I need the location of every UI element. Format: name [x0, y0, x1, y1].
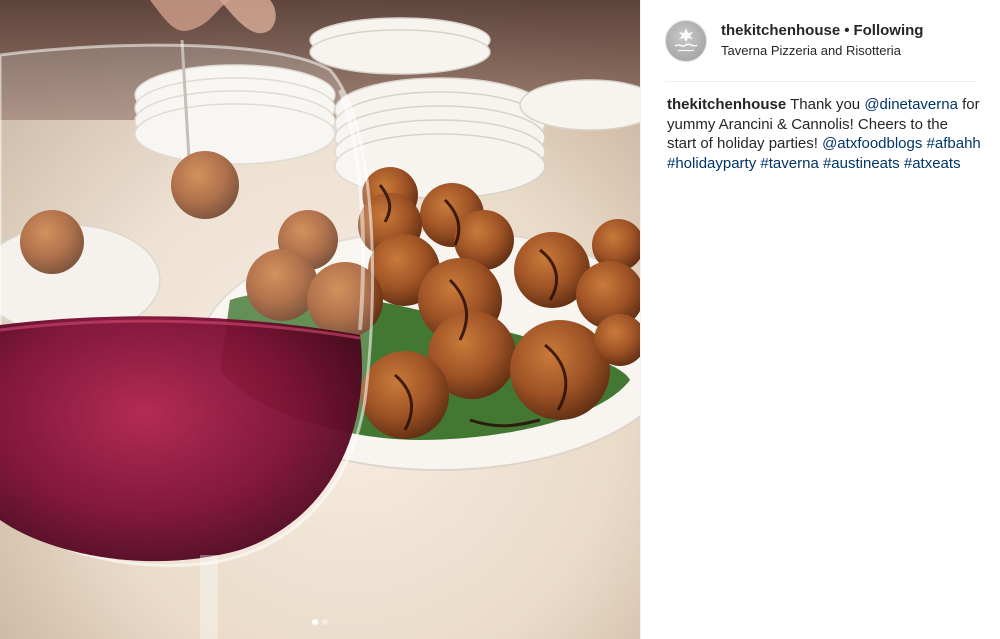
logo-avatar-icon [674, 28, 698, 52]
caption-username[interactable]: thekitchenhouse [667, 96, 786, 113]
post-header: thekitchenhouse • Following Taverna Pizzer… [665, 18, 977, 64]
post-caption: thekitchenhouse Thank you @dinetaverna f… [667, 95, 981, 173]
hashtag-link[interactable]: #taverna [760, 155, 818, 172]
carousel-dot[interactable] [322, 619, 328, 625]
header-top-line: thekitchenhouse • Following [721, 22, 923, 40]
post-details-panel: thekitchenhouse • Following Taverna Pizzer… [640, 0, 1000, 639]
post-image [0, 0, 640, 639]
carousel-dot[interactable] [312, 619, 318, 625]
mention-link[interactable]: @dinetaverna [864, 96, 958, 113]
hashtag-link[interactable]: #austineats [823, 155, 900, 172]
username-link[interactable]: thekitchenhouse [721, 22, 840, 39]
separator-dot: • [844, 22, 850, 39]
following-button[interactable]: Following [853, 22, 923, 39]
mention-link[interactable]: @atxfoodblogs [822, 135, 922, 152]
hashtag-link[interactable]: #holidayparty [667, 155, 756, 172]
location-link[interactable]: Taverna Pizzeria and Risotteria [721, 42, 923, 60]
carousel-indicator [0, 619, 640, 627]
caption-text: Thank you [790, 96, 865, 113]
header-text: thekitchenhouse • Following Taverna Pizzer… [721, 22, 923, 60]
hashtag-link[interactable]: #atxeats [904, 155, 961, 172]
avatar[interactable] [665, 20, 707, 62]
post-photo[interactable] [0, 0, 640, 639]
header-divider [665, 81, 977, 82]
hashtag-link[interactable]: #afbahh [927, 135, 981, 152]
